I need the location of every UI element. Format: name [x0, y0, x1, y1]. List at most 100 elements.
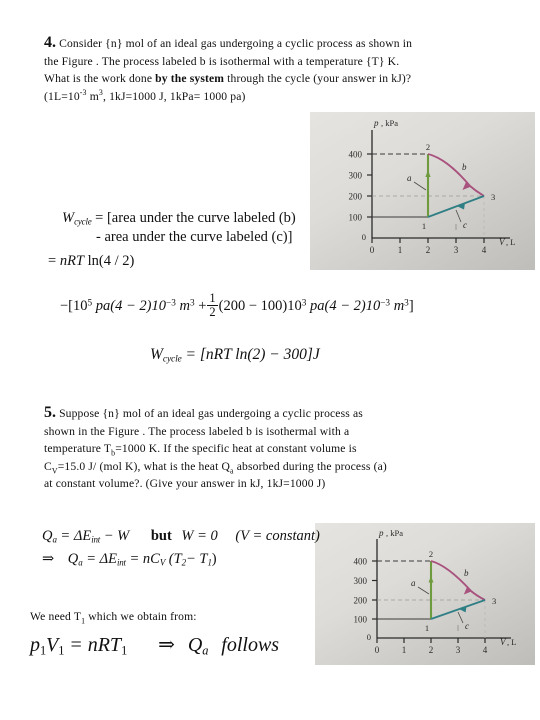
- svg-text:0: 0: [362, 232, 366, 242]
- equation-q5-line-2: ⇒ Qa = ΔEint = nCV (T2− T1): [42, 546, 342, 569]
- svg-text:a: a: [407, 173, 412, 183]
- equation-block-final: p1V1 = nRT1 ⇒ Qa follows: [30, 634, 360, 658]
- need-t1-line: We need T1 which we obtain from:: [30, 608, 360, 626]
- question-4-text: 4. Consider {n} mol of an ideal gas unde…: [44, 34, 524, 105]
- v1-subscript: 1: [58, 643, 65, 658]
- cv-symbol-subscript: V: [159, 557, 166, 568]
- ncv-term: = nC: [129, 551, 160, 567]
- page-canvas: 4. Consider {n} mol of an ideal gas unde…: [0, 0, 540, 720]
- equation-block-q4-c: −[105 pa(4 − 2)10−3 m3 +1 2 (200 − 100)103…: [60, 292, 490, 318]
- svg-text:300: 300: [354, 576, 368, 586]
- qa-symbol-subscript: a: [52, 534, 57, 545]
- svg-text:2: 2: [426, 245, 431, 255]
- question-4-units-post: , 1kJ=1000 J, 1kPa= 1000 pa): [102, 89, 246, 103]
- qa-final-symbol: Q: [187, 634, 203, 656]
- svg-text:p: p: [373, 118, 379, 128]
- eq4-l4-p1: −[10: [60, 298, 88, 315]
- eq4-l4-sup5: −3: [380, 298, 391, 309]
- wcycle-result-expression: = [nRT ln(2) − 300]J: [185, 346, 320, 363]
- eq4-l4-p2: pa(4 − 2)10: [92, 298, 166, 315]
- wcycle-result-subscript: cycle: [162, 353, 182, 365]
- equation-q4-line-1: Wcycle = [area under the curve labeled (…: [62, 209, 362, 228]
- question-4-units-mid: m: [86, 89, 99, 103]
- svg-text:3: 3: [454, 245, 459, 255]
- question-4-line-1-text: Consider {n} mol of an ideal gas undergo…: [59, 37, 413, 50]
- question-5-line-4: CV=15.0 J/ (mol K), what is the heat Qa …: [44, 458, 387, 476]
- eq4-l4-sup3: 3: [189, 298, 195, 309]
- equation-q4-result: Wcycle = [nRT ln(2) − 300]J: [150, 345, 450, 364]
- follows-word: follows: [221, 634, 280, 656]
- svg-text:400: 400: [349, 150, 363, 160]
- equation-q4-line-3-tail: ln(4 / 2): [87, 253, 135, 269]
- implies-arrow-icon: ⇒: [42, 551, 55, 567]
- svg-text:1: 1: [425, 623, 429, 633]
- nrt1-term: = nRT: [69, 634, 122, 656]
- svg-text:p: p: [378, 528, 384, 538]
- constant-volume-note: (V = constant): [235, 528, 320, 544]
- svg-text:2: 2: [426, 142, 430, 152]
- fraction-denominator: 2: [207, 304, 218, 319]
- wcycle-subscript: cycle: [74, 216, 92, 227]
- qa-symbol-2-subscript: a: [78, 557, 83, 568]
- svg-text:4: 4: [482, 245, 487, 255]
- t1-subscript-final: 1: [121, 643, 128, 658]
- svg-text:0: 0: [367, 632, 371, 642]
- svg-text:, kPa: , kPa: [381, 118, 398, 128]
- qa-final-subscript: a: [202, 643, 209, 658]
- eq4-l4-p8: ]: [408, 298, 414, 315]
- question-4-number: 4.: [44, 34, 56, 51]
- temp-diff-minus: − T: [185, 551, 208, 567]
- question-4-line-3: What is the work done by the system thro…: [44, 70, 524, 88]
- svg-text:2: 2: [429, 645, 434, 655]
- svg-text:b: b: [464, 568, 469, 578]
- need-t1-post: which we obtain from:: [85, 610, 197, 623]
- svg-text:4: 4: [483, 645, 488, 655]
- svg-text:a: a: [411, 578, 416, 588]
- question-5-temp-pre: temperature T: [44, 442, 112, 456]
- svg-text:c: c: [465, 621, 469, 631]
- delta-eint-eq: = ΔE: [60, 528, 92, 544]
- svg-text:c: c: [463, 220, 467, 230]
- temp-diff-close: ): [211, 551, 217, 567]
- equation-q4-line-4: −[105 pa(4 − 2)10−3 m3 +1 2 (200 − 100)103…: [60, 292, 490, 318]
- question-5-line-3: temperature Tb=1000 K. If the specific h…: [44, 440, 384, 458]
- svg-text:, kPa: , kPa: [386, 528, 403, 538]
- question-5-text: 5. Suppose {n} mol of an ideal gas under…: [44, 404, 387, 493]
- question-4-emphasis: by the system: [155, 72, 225, 86]
- equation-block-q5: Qa = ΔEint − W but W = 0 (V = constant) …: [42, 527, 342, 569]
- eq4-l4-sup2: −3: [165, 298, 176, 309]
- but-keyword: but: [150, 528, 172, 544]
- svg-text:400: 400: [354, 557, 368, 567]
- svg-text:300: 300: [349, 171, 363, 181]
- qa-symbol-2: Q: [67, 551, 79, 567]
- svg-text:200: 200: [354, 596, 368, 606]
- svg-text:, L: , L: [507, 637, 516, 647]
- temp-diff-open: (T: [168, 551, 182, 567]
- fraction-numerator: 1: [209, 291, 216, 305]
- eq4-l4-p5: (200 − 100)10: [218, 298, 302, 315]
- question-4-line-2: the Figure . The process labeled b is is…: [44, 54, 400, 68]
- equation-block-q4-result: Wcycle = [nRT ln(2) − 300]J: [150, 345, 450, 364]
- implies-arrow-icon-final: ⇒: [158, 634, 175, 656]
- svg-text:0: 0: [375, 645, 380, 655]
- equation-block-q4: Wcycle = [area under the curve labeled (…: [62, 209, 362, 247]
- minus-w-term: − W: [103, 528, 130, 544]
- svg-text:3: 3: [492, 596, 496, 606]
- svg-text:1: 1: [398, 245, 403, 255]
- question-5-line-1-text: Suppose {n} mol of an ideal gas undergoi…: [59, 407, 363, 420]
- one-half-fraction: 12: [207, 291, 218, 319]
- svg-text:b: b: [462, 162, 467, 172]
- eint-subscript-2: int: [116, 557, 126, 568]
- question-5-temp-post: =1000 K. If the specific heat at constan…: [115, 442, 357, 456]
- question-4-exp-1: -3: [79, 87, 87, 97]
- equation-block-q4-b: = nRT ln(4 / 2): [48, 252, 388, 271]
- svg-text:1: 1: [402, 645, 407, 655]
- svg-text:1: 1: [422, 221, 426, 231]
- eint-subscript: int: [91, 534, 101, 545]
- eq4-l4-p7: m: [390, 298, 405, 315]
- eq4-l4-p6: pa(4 − 2)10: [306, 298, 381, 315]
- need-t1-note: We need T1 which we obtain from:: [30, 608, 360, 626]
- equation-q4-line-3: = nRT ln(4 / 2): [48, 252, 388, 271]
- qa-symbol: Q: [42, 528, 53, 544]
- question-5-number: 5.: [44, 404, 56, 421]
